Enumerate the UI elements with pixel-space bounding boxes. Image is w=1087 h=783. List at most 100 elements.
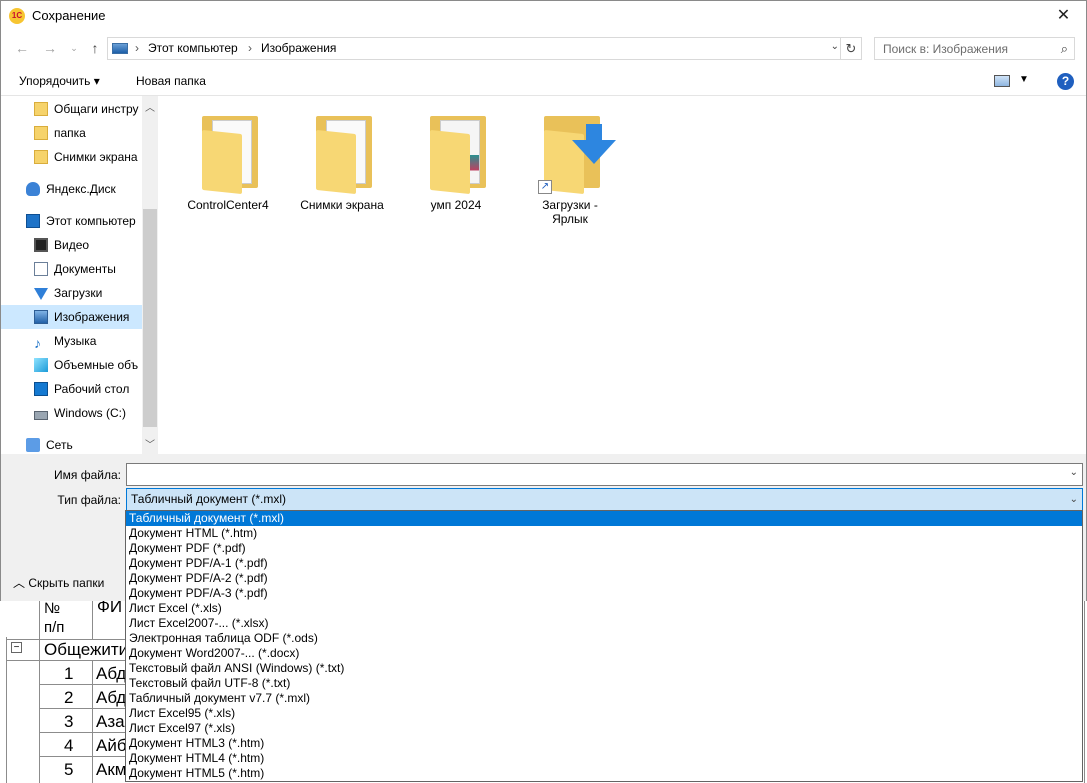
dialog-title: Сохранение [32,8,106,23]
nav-item-label: Видео [54,238,90,252]
collapse-group-icon[interactable]: − [11,642,22,653]
chevron-down-icon[interactable]: ⌄ [1070,467,1078,478]
filetype-option[interactable]: Документ Word2007-... (*.docx) [126,646,1082,661]
filetype-value: Табличный документ (*.mxl) [131,492,287,506]
filetype-option[interactable]: Лист Excel97 (*.xls) [126,721,1082,736]
filetype-option[interactable]: Лист Excel95 (*.xls) [126,706,1082,721]
folder-icon [34,126,48,140]
filetype-option[interactable]: Документ HTML (*.htm) [126,526,1082,541]
hide-folders-button[interactable]: ︿ Скрыть папки [13,574,104,591]
view-dropdown-icon[interactable]: ▼ [1019,74,1029,85]
nav-item-label: Музыка [54,334,97,348]
refresh-icon[interactable]: ↻ [840,38,861,59]
up-arrow-icon[interactable]: ↑ [86,39,104,57]
shortcut-arrow-icon: ↗ [538,180,552,194]
search-icon[interactable]: ⌕ [1061,41,1068,57]
file-item-label: умп 2024 [430,198,482,212]
folder-icon [34,102,48,116]
filetype-option[interactable]: Документ PDF/A-3 (*.pdf) [126,586,1082,601]
chevron-right-icon[interactable]: › [135,41,139,55]
filetype-option[interactable]: Лист Excel (*.xls) [126,601,1082,616]
nav-item-label: Снимки экрана [54,150,138,164]
filetype-option[interactable]: Документ HTML4 (*.htm) [126,751,1082,766]
close-button[interactable]: ✕ [1041,1,1086,31]
sheet-row-num: 3 [64,712,74,731]
nav-item-pictures[interactable]: Изображения [1,305,142,329]
cloud-icon [26,182,40,196]
search-box[interactable]: Поиск в: Изображения ⌕ [874,37,1075,60]
nav-item-label: Объемные объ [54,358,139,372]
sheet-row-num: 4 [64,736,74,755]
chevron-down-icon[interactable]: ⌄ [1070,489,1078,510]
nav-scrollbar[interactable]: ︿ ﹀ [142,96,158,454]
pictures-location-icon [112,43,128,54]
folder-icon [424,110,488,195]
help-icon[interactable]: ? [1057,73,1074,90]
back-arrow-icon[interactable]: ← [13,39,31,57]
filetype-option[interactable]: Текстовый файл ANSI (Windows) (*.txt) [126,661,1082,676]
3d-objects-icon [34,358,48,372]
sheet-row-name: Айб [96,736,127,755]
filename-field[interactable]: ⌄ [126,463,1083,486]
sheet-row-name: Абд [96,664,127,683]
nav-item-label: Windows (C:) [54,406,127,420]
file-item-label: ControlCenter4 [187,198,269,212]
downloads-shortcut-icon: ↗ [538,110,616,195]
filetype-option[interactable]: Электронная таблица ODF (*.ods) [126,631,1082,646]
filetype-option[interactable]: Текстовый файл UTF-8 (*.txt) [126,676,1082,691]
search-input[interactable]: Поиск в: Изображения [883,42,1008,56]
video-icon [34,238,48,252]
file-item-ump-2024[interactable]: умп 2024 [406,110,506,212]
file-item-downloads-shortcut[interactable]: ↗ Загрузки - Ярлык [520,110,620,226]
new-folder-button[interactable]: Новая папка [136,74,206,88]
breadcrumb-this-pc[interactable]: Этот компьютер [148,41,238,55]
sheet-row-name: Абд [96,688,127,707]
downloads-icon [34,288,48,300]
file-item-label: Загрузки - Ярлык [542,198,598,226]
navigation-pane: Общаги инстру папка Снимки экрана Яндекс… [1,96,158,454]
recent-dropdown-icon[interactable]: ⌄ [65,39,83,57]
pictures-icon [34,310,48,324]
nav-item-3d-objects[interactable]: Объемные объ [34,353,142,377]
filetype-option[interactable]: Лист Excel2007-... (*.xlsx) [126,616,1082,631]
nav-item-label: Загрузки [54,286,103,300]
filetype-option[interactable]: Документ PDF (*.pdf) [126,541,1082,556]
scroll-down-icon[interactable]: ﹀ [142,436,158,451]
sheet-row-num: 5 [64,760,74,779]
breadcrumb-pictures[interactable]: Изображения [261,41,336,55]
filetype-option[interactable]: Документ HTML3 (*.htm) [126,736,1082,751]
sheet-row-name: Акм [96,760,127,779]
sheet-header-num: № п/п [44,600,65,636]
file-item-screenshots[interactable]: Снимки экрана [292,110,392,212]
toolbar: Упорядочить ▾ Новая папка ▼ ? [1,67,1086,96]
address-dropdown-icon[interactable]: ⌄ [831,41,839,52]
nav-item-label: папка [54,126,86,140]
title-bar: 1С Сохранение ✕ [1,1,1086,31]
filetype-dropdown-list: Табличный документ (*.mxl) Документ HTML… [125,510,1083,782]
filetype-select[interactable]: Табличный документ (*.mxl) ⌄ [126,488,1083,511]
address-bar[interactable]: › Этот компьютер › Изображения ⌄ ↻ [107,37,862,60]
filetype-option[interactable]: Документ HTML5 (*.htm) [126,766,1082,781]
chevron-right-icon[interactable]: › [248,41,252,55]
hide-folders-label: Скрыть папки [28,576,105,590]
organize-button[interactable]: Упорядочить ▾ [19,74,100,88]
scroll-thumb[interactable] [143,209,157,427]
computer-icon [26,214,40,228]
scroll-up-icon[interactable]: ︿ [142,99,158,114]
filetype-label: Тип файла: [57,493,121,507]
filetype-option[interactable]: Табличный документ v7.7 (*.mxl) [126,691,1082,706]
sheet-row-num: 2 [64,688,74,707]
file-item-label: Снимки экрана [300,198,384,212]
filetype-option[interactable]: Документ PDF/A-2 (*.pdf) [126,571,1082,586]
network-icon [26,438,40,452]
sheet-row-num: 1 [64,664,74,683]
file-item-controlcenter4[interactable]: ControlCenter4 [178,110,278,212]
sheet-group-label: Общежити [44,640,129,659]
nav-item-label: Документы [54,262,116,276]
filetype-option[interactable]: Табличный документ (*.mxl) [126,511,1082,526]
documents-icon [34,262,48,276]
view-options-icon[interactable] [994,75,1010,87]
forward-arrow-icon[interactable]: → [41,39,59,57]
filetype-option[interactable]: Документ PDF/A-1 (*.pdf) [126,556,1082,571]
music-icon: ♪ [34,335,41,351]
